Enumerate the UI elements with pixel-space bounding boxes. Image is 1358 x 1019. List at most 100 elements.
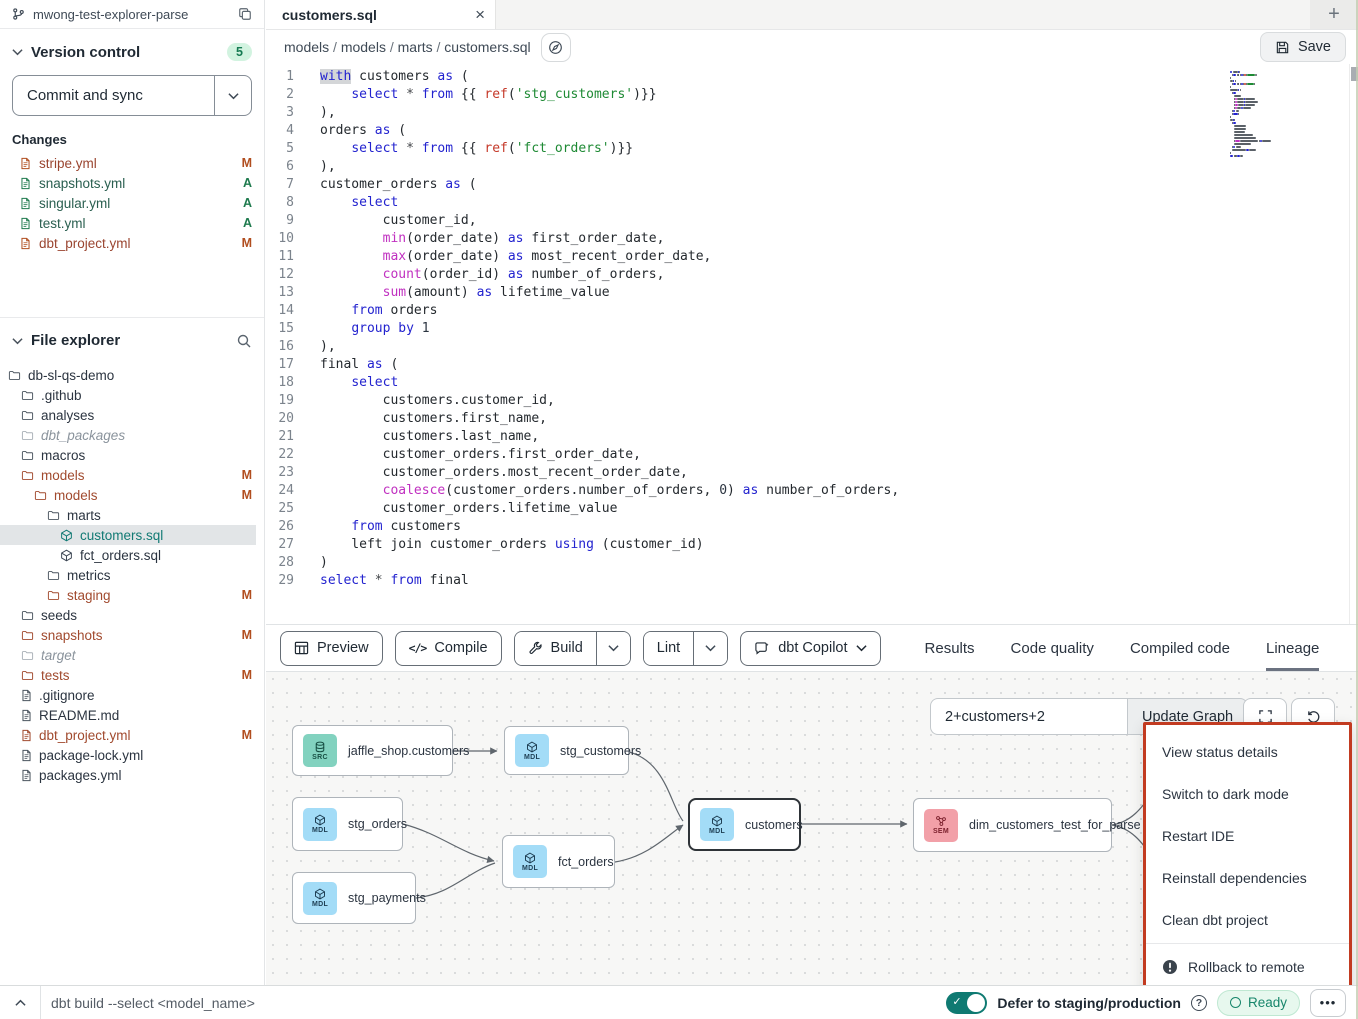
context-menu-item[interactable]: Clean dbt project <box>1146 899 1349 941</box>
context-menu-item[interactable]: Switch to dark mode <box>1146 773 1349 815</box>
tree-item[interactable]: customers.sql <box>0 525 256 545</box>
preview-button[interactable]: Preview <box>280 631 383 666</box>
build-button[interactable]: Build <box>515 632 596 665</box>
lineage-node-stg-payments[interactable]: MDL stg_payments <box>292 872 416 924</box>
tree-item[interactable]: tests M <box>0 665 256 685</box>
tree-item[interactable]: packages.yml <box>0 765 256 785</box>
result-tab[interactable]: Compiled code <box>1130 625 1230 671</box>
tree-item[interactable]: snapshots M <box>0 625 256 645</box>
tree-item[interactable]: dbt_project.yml M <box>0 725 256 745</box>
change-item[interactable]: dbt_project.yml M <box>20 233 252 253</box>
ready-status-badge[interactable]: Ready <box>1217 990 1300 1016</box>
code-line[interactable]: 22 customer_orders.first_order_date, <box>266 446 1358 464</box>
tree-item[interactable]: README.md <box>0 705 256 725</box>
build-options-button[interactable] <box>596 632 630 665</box>
tree-item[interactable]: marts <box>0 505 256 525</box>
copy-branch-button[interactable] <box>238 7 252 21</box>
more-options-button[interactable]: ••• <box>1310 989 1346 1017</box>
collapse-panel-button[interactable] <box>0 986 41 1019</box>
code-line[interactable]: 20 customers.first_name, <box>266 410 1358 428</box>
change-item[interactable]: singular.yml A <box>20 193 252 213</box>
code-line[interactable]: 16 ), <box>266 338 1358 356</box>
code-line[interactable]: 6 ), <box>266 158 1358 176</box>
file-search-button[interactable] <box>236 333 252 349</box>
commit-options-button[interactable] <box>214 76 251 115</box>
lineage-node-customers[interactable]: MDL customers <box>688 798 801 851</box>
tree-item[interactable]: .gitignore <box>0 685 256 705</box>
tree-item[interactable]: models M <box>0 465 256 485</box>
code-line[interactable]: 28 ) <box>266 554 1358 572</box>
breadcrumb-item[interactable]: models <box>341 39 398 55</box>
tree-item[interactable]: .github <box>0 385 256 405</box>
chevron-down-icon[interactable] <box>12 337 23 345</box>
code-line[interactable]: 12 count(order_id) as number_of_orders, <box>266 266 1358 284</box>
code-line[interactable]: 3 ), <box>266 104 1358 122</box>
close-tab-button[interactable]: × <box>475 6 485 23</box>
code-line[interactable]: 2 select * from {{ ref('stg_customers')}… <box>266 86 1358 104</box>
lineage-node-stg-customers[interactable]: MDL stg_customers <box>504 726 629 775</box>
lineage-node-jaffle-shop-customers[interactable]: SRC jaffle_shop.customers <box>292 725 453 776</box>
tree-item[interactable]: staging M <box>0 585 256 605</box>
lint-options-button[interactable] <box>693 632 727 665</box>
code-line[interactable]: 29 select * from final <box>266 572 1358 590</box>
tree-item[interactable]: fct_orders.sql <box>0 545 256 565</box>
tree-item[interactable]: analyses <box>0 405 256 425</box>
code-line[interactable]: 5 select * from {{ ref('fct_orders')}} <box>266 140 1358 158</box>
code-line[interactable]: 18 select <box>266 374 1358 392</box>
code-line[interactable]: 24 coalesce(customer_orders.number_of_or… <box>266 482 1358 500</box>
code-line[interactable]: 25 customer_orders.lifetime_value <box>266 500 1358 518</box>
dbt-command-input[interactable]: dbt build --select <model_name> <box>41 995 946 1011</box>
lineage-pane[interactable]: SRC jaffle_shop.customers MDL stg_custom… <box>266 672 1358 985</box>
tree-item[interactable]: dbt_packages <box>0 425 256 445</box>
code-line[interactable]: 8 select <box>266 194 1358 212</box>
code-line[interactable]: 21 customers.last_name, <box>266 428 1358 446</box>
new-tab-button[interactable]: + <box>1310 0 1358 29</box>
code-line[interactable]: 17 final as ( <box>266 356 1358 374</box>
lineage-search-input[interactable] <box>930 698 1127 735</box>
code-line[interactable]: 7 customer_orders as ( <box>266 176 1358 194</box>
code-line[interactable]: 27 left join customer_orders using (cust… <box>266 536 1358 554</box>
open-lineage-button[interactable] <box>541 33 571 62</box>
result-tab[interactable]: Code quality <box>1011 625 1094 671</box>
context-menu-item[interactable]: View status details <box>1146 731 1349 773</box>
lint-button[interactable]: Lint <box>644 632 693 665</box>
tree-item[interactable]: metrics <box>0 565 256 585</box>
code-line[interactable]: 9 customer_id, <box>266 212 1358 230</box>
dbt-copilot-button[interactable]: dbt Copilot <box>740 631 880 666</box>
tree-item[interactable]: db-sl-qs-demo <box>0 365 256 385</box>
breadcrumb-item[interactable]: customers.sql <box>444 39 530 55</box>
breadcrumb-item[interactable]: marts <box>398 39 445 55</box>
context-menu-item[interactable]: Restart IDE <box>1146 815 1349 857</box>
tab-customers-sql[interactable]: customers.sql × <box>266 0 496 29</box>
code-line[interactable]: 1 with customers as ( <box>266 68 1358 86</box>
rollback-to-remote-item[interactable]: Rollback to remote <box>1146 946 1349 985</box>
result-tab[interactable]: Results <box>925 625 975 671</box>
compile-button[interactable]: </> Compile <box>395 631 502 666</box>
save-button[interactable]: Save <box>1260 32 1346 62</box>
code-line[interactable]: 4 orders as ( <box>266 122 1358 140</box>
tree-item[interactable]: package-lock.yml <box>0 745 256 765</box>
minimap[interactable] <box>1230 70 1332 157</box>
change-item[interactable]: test.yml A <box>20 213 252 233</box>
code-line[interactable]: 11 max(order_date) as most_recent_order_… <box>266 248 1358 266</box>
code-line[interactable]: 23 customer_orders.most_recent_order_dat… <box>266 464 1358 482</box>
context-menu-item[interactable]: Reinstall dependencies <box>1146 857 1349 899</box>
tree-item[interactable]: target <box>0 645 256 665</box>
lineage-node-stg-orders[interactable]: MDL stg_orders <box>292 797 403 851</box>
chevron-down-icon[interactable] <box>12 48 23 56</box>
code-line[interactable]: 10 min(order_date) as first_order_date, <box>266 230 1358 248</box>
change-item[interactable]: snapshots.yml A <box>20 173 252 193</box>
code-line[interactable]: 13 sum(amount) as lifetime_value <box>266 284 1358 302</box>
code-line[interactable]: 26 from customers <box>266 518 1358 536</box>
result-tab[interactable]: Lineage <box>1266 625 1319 671</box>
code-line[interactable]: 15 group by 1 <box>266 320 1358 338</box>
code-line[interactable]: 19 customers.customer_id, <box>266 392 1358 410</box>
code-editor[interactable]: 1 with customers as ( 2 select * from {{… <box>266 64 1358 625</box>
code-line[interactable]: 14 from orders <box>266 302 1358 320</box>
change-item[interactable]: stripe.yml M <box>20 153 252 173</box>
commit-and-sync-button[interactable]: Commit and sync <box>13 76 214 115</box>
tree-item[interactable]: models M <box>0 485 256 505</box>
defer-toggle[interactable]: ✓ <box>946 992 987 1014</box>
tree-item[interactable]: macros <box>0 445 256 465</box>
tree-item[interactable]: seeds <box>0 605 256 625</box>
